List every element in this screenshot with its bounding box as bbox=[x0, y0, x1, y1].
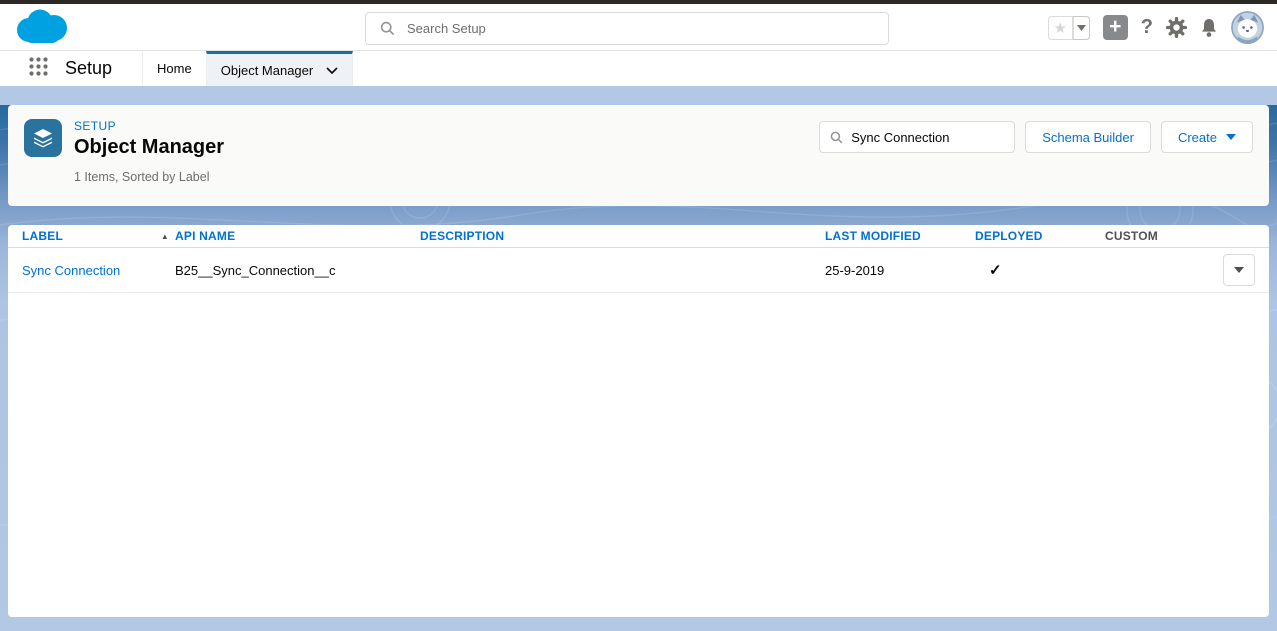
salesforce-cloud-logo bbox=[14, 9, 69, 51]
quick-find-box[interactable] bbox=[819, 121, 1015, 153]
favorites-star-icon[interactable]: ★ bbox=[1048, 16, 1073, 40]
column-header-custom: CUSTOM bbox=[1105, 229, 1205, 243]
global-search-input[interactable] bbox=[407, 21, 876, 36]
setup-eyebrow-label: SETUP bbox=[74, 119, 224, 133]
column-header-last-modified[interactable]: LAST MODIFIED bbox=[825, 229, 975, 243]
setup-content-background: SETUP Object Manager 1 Items, Sorted by … bbox=[0, 105, 1277, 631]
chevron-down-icon[interactable] bbox=[326, 67, 338, 74]
column-header-deployed[interactable]: DEPLOYED bbox=[975, 229, 1105, 243]
object-manager-icon bbox=[24, 119, 62, 157]
row-actions-button[interactable] bbox=[1223, 254, 1255, 286]
global-create-icon[interactable]: + bbox=[1103, 15, 1128, 40]
global-header: ★ + ? bbox=[0, 4, 1277, 51]
table-row: Sync Connection B25__Sync_Connection__c … bbox=[8, 248, 1269, 293]
create-label: Create bbox=[1178, 130, 1217, 145]
favorites-control: ★ bbox=[1048, 16, 1090, 40]
app-name-label: Setup bbox=[65, 58, 112, 79]
search-icon bbox=[830, 131, 843, 144]
object-label-link[interactable]: Sync Connection bbox=[22, 263, 175, 278]
dropdown-triangle-icon bbox=[1226, 134, 1236, 140]
global-search-box[interactable] bbox=[365, 12, 889, 45]
user-avatar[interactable] bbox=[1231, 11, 1264, 44]
layers-icon bbox=[31, 126, 55, 150]
table-header-row: LABEL ▲ API NAME DESCRIPTION LAST MODIFI… bbox=[8, 225, 1269, 248]
object-table-card: LABEL ▲ API NAME DESCRIPTION LAST MODIFI… bbox=[8, 225, 1269, 617]
page-title: Object Manager bbox=[74, 136, 224, 159]
sort-asc-icon: ▲ bbox=[161, 232, 169, 241]
page-header-card: SETUP Object Manager 1 Items, Sorted by … bbox=[8, 105, 1269, 206]
dropdown-triangle-icon bbox=[1234, 267, 1244, 273]
help-icon[interactable]: ? bbox=[1141, 16, 1153, 39]
favorites-dropdown-icon[interactable] bbox=[1073, 16, 1090, 40]
tab-home-label: Home bbox=[157, 61, 192, 76]
tab-object-manager-label: Object Manager bbox=[221, 63, 314, 78]
quick-find-input[interactable] bbox=[851, 130, 1001, 145]
deployed-checkmark-icon: ✓ bbox=[975, 261, 1105, 279]
nav-tabs: Home Object Manager bbox=[142, 51, 353, 86]
search-icon bbox=[380, 21, 395, 36]
setup-gear-icon[interactable] bbox=[1166, 17, 1187, 38]
global-header-actions: ★ + ? bbox=[1048, 4, 1264, 51]
cell-last-modified: 25-9-2019 bbox=[825, 263, 975, 278]
column-header-description[interactable]: DESCRIPTION bbox=[420, 229, 825, 243]
page-header-text: SETUP Object Manager 1 Items, Sorted by … bbox=[74, 119, 224, 184]
column-header-label[interactable]: LABEL ▲ bbox=[22, 229, 175, 243]
app-launcher-icon[interactable] bbox=[28, 56, 49, 82]
setup-nav-bar: Setup Home Object Manager bbox=[0, 51, 1277, 86]
notifications-bell-icon[interactable] bbox=[1200, 18, 1218, 38]
create-button[interactable]: Create bbox=[1161, 121, 1253, 153]
column-header-api-name[interactable]: API NAME bbox=[175, 229, 420, 243]
tab-object-manager[interactable]: Object Manager bbox=[206, 51, 354, 86]
schema-builder-label: Schema Builder bbox=[1042, 130, 1134, 145]
cell-api-name: B25__Sync_Connection__c bbox=[175, 263, 420, 278]
tab-home[interactable]: Home bbox=[142, 51, 206, 86]
schema-builder-button[interactable]: Schema Builder bbox=[1025, 121, 1151, 153]
items-summary: 1 Items, Sorted by Label bbox=[74, 170, 224, 184]
page-header-actions: Schema Builder Create bbox=[819, 121, 1253, 153]
